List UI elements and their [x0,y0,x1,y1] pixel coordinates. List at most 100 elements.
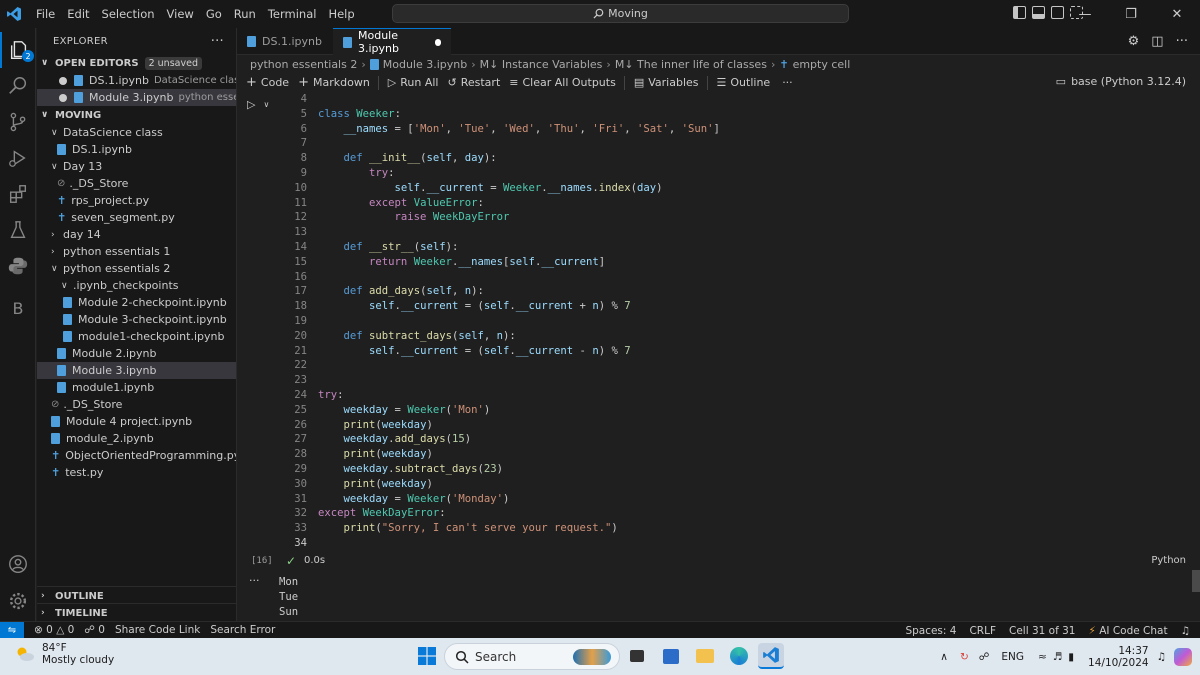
add-code-button[interactable]: + Code [246,75,289,90]
tree-file[interactable]: module1.ipynb [37,379,236,396]
minimize-icon[interactable]: — [1062,0,1108,28]
restart-button[interactable]: ↺ Restart [448,76,501,89]
tree-folder[interactable]: ∨ Day 13 [37,158,236,175]
tree-file[interactable]: Module 4 project.ipynb [37,413,236,430]
ai-chat[interactable]: ⚡ AI Code Chat [1088,625,1167,637]
b-extension-activity[interactable]: B [0,290,36,326]
clear-outputs-button[interactable]: ≡ Clear All Outputs [509,76,616,89]
variables-button[interactable]: ▤ Variables [634,76,699,89]
code-editor[interactable]: class Weeker: __names = ['Mon', 'Tue', '… [318,92,1188,551]
file-explorer-button[interactable] [692,643,718,669]
battery-icon[interactable]: ▮ [1068,651,1074,663]
outline-button[interactable]: ☰ Outline [717,76,771,89]
timeline-section[interactable]: › TIMELINE [37,603,237,622]
toggle-panel-icon[interactable] [1032,6,1045,19]
code-cell[interactable]: ▷ ∨ 4 5 6 7 8 9 10 11 12 13 14 15 16 17 18 19 20 21 22 23 24… [237,92,1200,568]
search-activity[interactable] [0,68,36,104]
moving-folder-section[interactable]: ∨ MOVING [37,106,236,124]
menu-view[interactable]: View [161,7,200,21]
extensions-activity[interactable] [0,176,36,212]
command-center[interactable]: Moving [392,4,849,23]
add-markdown-button[interactable]: + Markdown [298,75,370,90]
tree-file[interactable]: DS.1.ipynb [37,141,236,158]
tree-folder[interactable]: ∨ python essentials 2 [37,260,236,277]
tab-module3[interactable]: Module 3.ipynb [333,28,451,55]
edge-button[interactable] [726,643,752,669]
menu-help[interactable]: Help [322,7,360,21]
more-actions-icon[interactable]: ··· [1176,34,1188,49]
tree-file[interactable]: Module 2.ipynb [37,345,236,362]
task-view-button[interactable] [624,643,650,669]
breadcrumb-markdown-1[interactable]: M↓ Instance Variables [480,58,603,71]
menu-edit[interactable]: Edit [61,7,95,21]
scrollbar-thumb[interactable] [1192,570,1200,592]
cell-language[interactable]: Python [1151,555,1186,566]
toggle-primary-sidebar-icon[interactable] [1013,6,1026,19]
breadcrumb-cell[interactable]: empty cell [793,58,851,71]
tree-file[interactable]: Module 3-checkpoint.ipynb [37,311,236,328]
open-editor-item[interactable]: DS.1.ipynb DataScience class [37,72,236,89]
testing-activity[interactable] [0,212,36,248]
split-editor-icon[interactable]: ◫ [1151,34,1163,49]
share-code-link[interactable]: Share Code Link [115,624,200,636]
tree-file[interactable]: ⊘ ._DS_Store [37,175,236,192]
restore-icon[interactable]: ❐ [1108,0,1154,28]
remote-indicator-icon[interactable]: ⇋ [0,621,24,639]
language-indicator[interactable]: ENG [1001,651,1024,663]
tree-folder[interactable]: › python essentials 1 [37,243,236,260]
tree-file[interactable]: module1-checkpoint.ipynb [37,328,236,345]
vscode-taskbar-button[interactable] [758,643,784,669]
python-activity[interactable] [0,248,36,284]
network-app-icon[interactable]: ☍ [979,651,990,663]
clock[interactable]: 14:37 14/10/2024 [1088,645,1149,669]
tree-file[interactable]: Module 2-checkpoint.ipynb [37,294,236,311]
store-button[interactable] [658,643,684,669]
bell-icon[interactable]: ♫ [1181,625,1190,637]
breadcrumb-markdown-2[interactable]: M↓ The inner life of classes [615,58,767,71]
close-icon[interactable]: ✕ [1154,0,1200,28]
manage-activity[interactable] [0,583,36,619]
menu-terminal[interactable]: Terminal [262,7,323,21]
sync-icon[interactable]: ↻ [960,651,969,663]
menu-go[interactable]: Go [200,7,228,21]
tree-file[interactable]: ✝ rps_project.py [37,192,236,209]
breadcrumb-folder[interactable]: python essentials 2 [250,58,357,71]
notification-bell-icon[interactable]: ♫ [1157,651,1166,663]
tree-file[interactable]: module_2.ipynb [37,430,236,447]
breadcrumb-file[interactable]: Module 3.ipynb [383,58,468,71]
tree-folder[interactable]: ∨ .ipynb_checkpoints [37,277,236,294]
source-control-activity[interactable] [0,104,36,140]
tree-folder[interactable]: ∨ DataScience class [37,124,236,141]
output-actions-icon[interactable]: ··· [249,574,260,587]
tree-folder[interactable]: › day 14 [37,226,236,243]
explorer-activity[interactable]: 2 [0,32,36,68]
weather-widget[interactable]: 84°F Mostly cloudy [14,642,114,666]
tree-file-selected[interactable]: Module 3.ipynb [37,362,236,379]
kernel-picker[interactable]: ▭ base (Python 3.12.4) [1056,75,1186,88]
cell-position[interactable]: Cell 31 of 31 [1009,625,1075,637]
tab-ds1[interactable]: DS.1.ipynb [237,28,333,55]
open-editors-section[interactable]: ∨ OPEN EDITORS 2 unsaved [37,54,236,72]
search-error[interactable]: Search Error [210,624,275,636]
accounts-activity[interactable] [0,546,36,582]
end-of-line[interactable]: CRLF [969,625,996,637]
run-all-button[interactable]: ▷ Run All [388,76,439,89]
copilot-icon[interactable] [1174,647,1192,666]
tree-file[interactable]: ✝ test.py [37,464,236,481]
show-hidden-icons-icon[interactable]: ∧ [940,651,948,663]
wifi-icon[interactable]: ≈ [1038,651,1047,663]
menu-selection[interactable]: Selection [96,7,161,21]
more-actions-icon[interactable]: ··· [782,76,793,89]
start-button[interactable] [414,643,440,669]
menu-run[interactable]: Run [228,7,262,21]
tree-file[interactable]: ✝ seven_segment.py [37,209,236,226]
more-actions-icon[interactable]: ··· [211,34,224,49]
tree-file[interactable]: ⊘ ._DS_Store [37,396,236,413]
tree-file[interactable]: ✝ ObjectOrientedProgramming.py [37,447,236,464]
settings-gear-icon[interactable]: ⚙ [1128,34,1140,49]
open-editor-item[interactable]: Module 3.ipynb python essential... [37,89,236,106]
ports-indicator[interactable]: ☍ 0 [84,624,105,636]
indentation[interactable]: Spaces: 4 [905,625,956,637]
menu-file[interactable]: File [30,7,61,21]
taskbar-search[interactable]: Search [444,643,620,670]
